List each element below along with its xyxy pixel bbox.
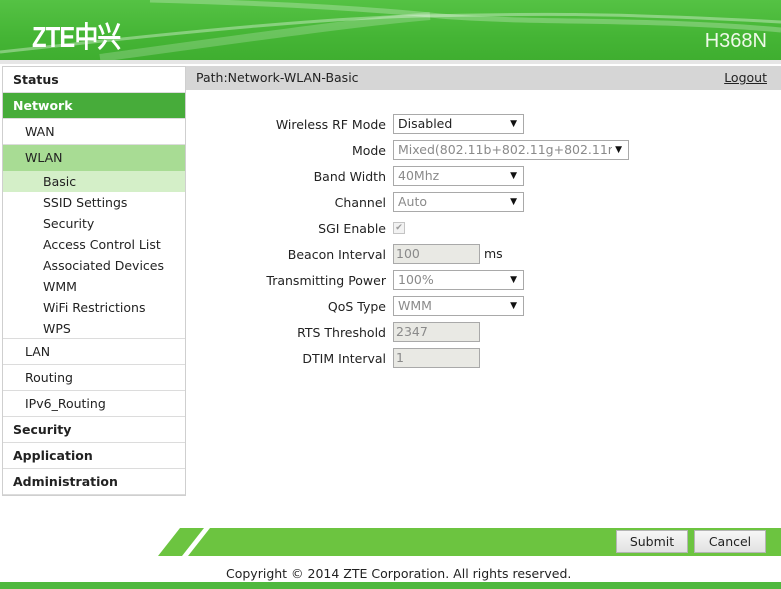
sidebar-item-lan[interactable]: LAN	[3, 339, 185, 365]
row-qos-type: QoS Type WMM ▼	[186, 296, 781, 318]
band-width-value: 40Mhz	[398, 168, 440, 183]
row-channel: Channel Auto ▼	[186, 192, 781, 214]
copyright-text: Copyright © 2014 ZTE Corporation. All ri…	[226, 566, 572, 581]
row-mode: Mode Mixed(802.11b+802.11g+802.11r ▼	[186, 140, 781, 162]
row-sgi-enable: SGI Enable ✔	[186, 218, 781, 240]
breadcrumb: Path:Network-WLAN-Basic	[196, 70, 359, 85]
dtim-interval-input[interactable]: 1	[393, 348, 480, 368]
chevron-down-icon: ▼	[612, 141, 622, 159]
transmitting-power-select[interactable]: 100% ▼	[393, 270, 524, 290]
transmitting-power-label: Transmitting Power	[266, 273, 386, 288]
beacon-interval-input[interactable]: 100	[393, 244, 480, 264]
footer-bar	[0, 582, 781, 589]
sidebar-item-ipv6-routing[interactable]: IPv6_Routing	[3, 391, 185, 417]
wireless-rf-mode-label: Wireless RF Mode	[275, 117, 386, 132]
row-transmitting-power: Transmitting Power 100% ▼	[186, 270, 781, 292]
sidebar-item-routing[interactable]: Routing	[3, 365, 185, 391]
wireless-rf-mode-select[interactable]: Disabled ▼	[393, 114, 524, 134]
chevron-down-icon: ▼	[510, 301, 517, 311]
sgi-enable-checkbox[interactable]: ✔	[393, 222, 405, 234]
cancel-button[interactable]: Cancel	[694, 530, 766, 553]
sidebar-item-status[interactable]: Status	[3, 67, 185, 93]
logout-link[interactable]: Logout	[724, 66, 767, 89]
channel-label: Channel	[334, 195, 386, 210]
rts-threshold-input[interactable]: 2347	[393, 322, 480, 342]
sidebar-item-wifi-restrictions[interactable]: WiFi Restrictions	[3, 297, 185, 318]
wlan-submenu: Basic SSID Settings Security Access Cont…	[3, 171, 185, 339]
sidebar-item-security[interactable]: Security	[3, 417, 185, 443]
qos-type-select[interactable]: WMM ▼	[393, 296, 524, 316]
beacon-interval-label: Beacon Interval	[287, 247, 386, 262]
sidebar-item-application[interactable]: Application	[3, 443, 185, 469]
sidebar-item-wlan-security[interactable]: Security	[3, 213, 185, 234]
chevron-down-icon: ▼	[510, 119, 517, 129]
sidebar-item-wmm[interactable]: WMM	[3, 276, 185, 297]
sgi-enable-label: SGI Enable	[318, 221, 386, 236]
sidebar-item-basic[interactable]: Basic	[3, 171, 185, 192]
sidebar-item-administration[interactable]: Administration	[3, 469, 185, 495]
mode-label: Mode	[351, 143, 386, 158]
chevron-down-icon: ▼	[510, 197, 517, 207]
rts-threshold-label: RTS Threshold	[297, 325, 386, 340]
mode-select[interactable]: Mixed(802.11b+802.11g+802.11r ▼	[393, 140, 629, 160]
band-width-label: Band Width	[313, 169, 386, 184]
row-band-width: Band Width 40Mhz ▼	[186, 166, 781, 188]
row-dtim-interval: DTIM Interval 1	[186, 348, 781, 370]
header-banner: ZTE中兴 H368N	[0, 0, 781, 60]
sidebar-item-associated-devices[interactable]: Associated Devices	[3, 255, 185, 276]
sidebar-item-network[interactable]: Network	[3, 93, 185, 119]
transmitting-power-value: 100%	[398, 272, 434, 287]
zte-logo: ZTE中兴	[32, 22, 121, 54]
qos-type-value: WMM	[398, 298, 432, 313]
qos-type-label: QoS Type	[327, 299, 386, 314]
sidebar-nav: Status Network WAN WLAN Basic SSID Setti…	[2, 66, 186, 496]
row-rts-threshold: RTS Threshold 2347	[186, 322, 781, 344]
chevron-down-icon: ▼	[510, 171, 517, 181]
channel-value: Auto	[398, 194, 428, 209]
sidebar-item-wan[interactable]: WAN	[3, 119, 185, 145]
row-beacon-interval: Beacon Interval 100 ms	[186, 244, 781, 266]
sidebar-item-wlan[interactable]: WLAN	[3, 145, 185, 171]
wireless-rf-mode-value: Disabled	[398, 116, 453, 131]
chevron-down-icon: ▼	[510, 275, 517, 285]
submit-button[interactable]: Submit	[616, 530, 688, 553]
beacon-interval-unit: ms	[484, 246, 503, 261]
dtim-interval-label: DTIM Interval	[302, 351, 386, 366]
sidebar-item-wps[interactable]: WPS	[3, 318, 185, 339]
sidebar-item-ssid-settings[interactable]: SSID Settings	[3, 192, 185, 213]
row-wireless-rf-mode: Wireless RF Mode Disabled ▼	[186, 114, 781, 136]
button-bar: Submit Cancel	[158, 528, 781, 556]
model-name: H368N	[704, 30, 767, 52]
band-width-select[interactable]: 40Mhz ▼	[393, 166, 524, 186]
breadcrumb-bar: Path:Network-WLAN-Basic Logout	[186, 66, 781, 90]
header-divider	[0, 60, 781, 64]
mode-value: Mixed(802.11b+802.11g+802.11r	[398, 142, 613, 157]
channel-select[interactable]: Auto ▼	[393, 192, 524, 212]
sidebar-item-access-control-list[interactable]: Access Control List	[3, 234, 185, 255]
